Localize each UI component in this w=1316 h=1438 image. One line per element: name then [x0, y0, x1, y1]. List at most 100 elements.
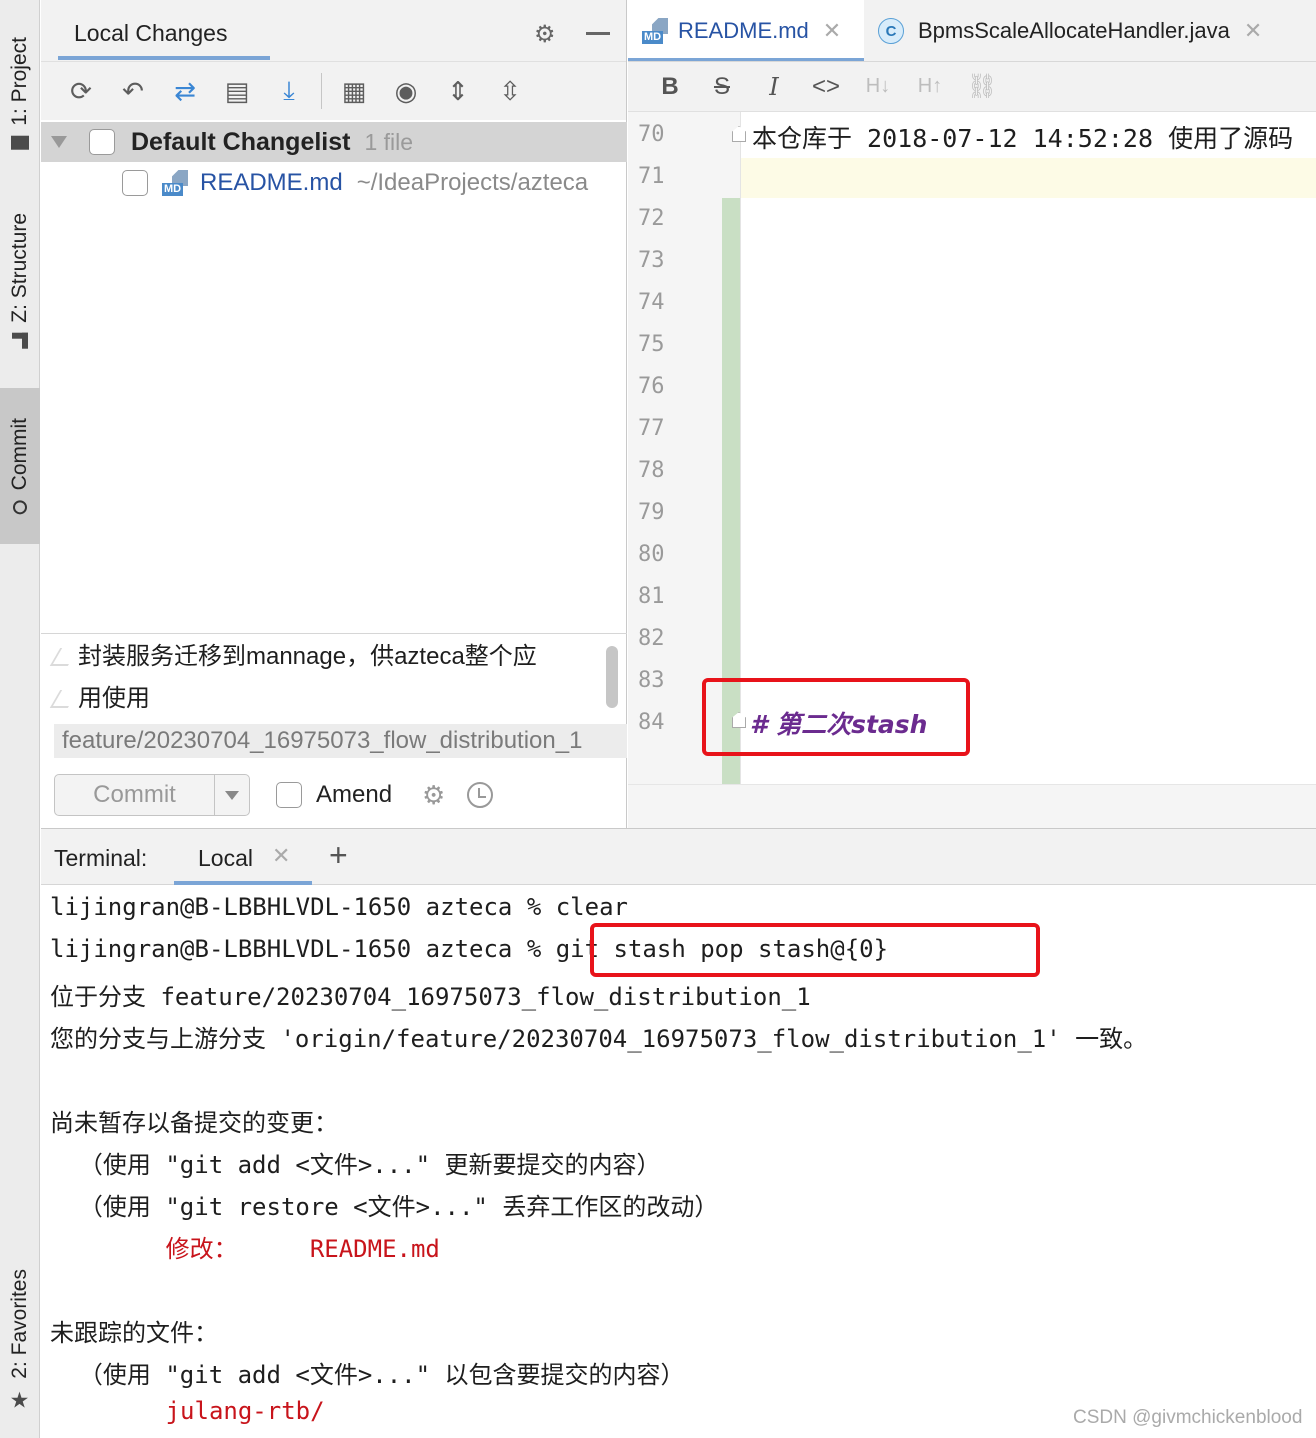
close-icon[interactable]: ✕ — [823, 18, 841, 44]
italic-icon[interactable]: I — [748, 73, 800, 101]
commit-message-input[interactable]: 封装服务迁移到mannage，供azteca整个应 用使用 — [41, 633, 627, 719]
line-number: 73 — [638, 248, 665, 273]
markdown-toolbar: B S I <> H↓ H↑ ⛓ — [628, 62, 1316, 112]
terminal-line: （使用 "git add <文件>..." 以包含要提交的内容） — [50, 1361, 685, 1389]
tab-label: README.md — [678, 18, 809, 43]
star-icon: ★ — [8, 1388, 33, 1414]
changelist-row[interactable]: Default Changelist 1 file — [41, 122, 627, 162]
highlight-box-annotation — [702, 678, 970, 756]
commit-icon — [13, 500, 27, 515]
toolbar-separator — [321, 73, 322, 109]
editor: MD README.md ✕ C BpmsScaleAllocateHandle… — [628, 0, 1316, 828]
terminal-line: （使用 "git restore <文件>..." 丢弃工作区的改动） — [50, 1193, 719, 1221]
commit-message-line: 封装服务迁移到mannage，供azteca整个应 — [78, 643, 537, 670]
rollback-icon[interactable]: ↶ — [107, 71, 159, 111]
line-number: 79 — [638, 500, 665, 525]
editor-tabs: MD README.md ✕ C BpmsScaleAllocateHandle… — [628, 0, 1316, 62]
tab-java-class[interactable]: C BpmsScaleAllocateHandler.java ✕ — [878, 0, 1262, 61]
md-file-icon: MD — [642, 18, 670, 44]
active-tab-underline — [58, 56, 270, 60]
commit-toolbar: ⟳ ↶ ⇄ ▤ ⤓ ▦ ◉ ⇕ ⇳ — [41, 62, 626, 120]
link-icon[interactable]: ⛓ — [956, 72, 1008, 101]
line-number: 82 — [638, 626, 665, 651]
changelist-icon[interactable]: ▤ — [211, 71, 263, 111]
md-file-icon: MD — [162, 170, 190, 196]
active-tab-underline — [174, 881, 312, 885]
bold-icon[interactable]: B — [644, 73, 696, 101]
refresh-icon[interactable]: ⟳ — [55, 71, 107, 111]
changelist-file-count: 1 file — [364, 128, 414, 155]
line-number: 78 — [638, 458, 665, 483]
tool-tab-project[interactable]: 1: Project — [0, 18, 40, 168]
active-tab-underline — [628, 58, 864, 61]
chevron-down-icon[interactable] — [215, 775, 249, 815]
tool-tab-project-label: 1: Project — [8, 36, 31, 126]
terminal-line: （使用 "git add <文件>..." 更新要提交的内容） — [50, 1151, 661, 1179]
line-number: 81 — [638, 584, 665, 609]
changed-file-path: ~/IdeaProjects/azteca — [356, 169, 589, 196]
terminal-tabs: Terminal: Local ✕ + — [41, 829, 1316, 885]
minimize-icon[interactable] — [586, 32, 610, 35]
chevron-down-icon[interactable] — [51, 136, 67, 148]
code-icon[interactable]: <> — [800, 73, 852, 101]
tool-tab-commit[interactable]: Commit — [0, 388, 40, 544]
line-number: 77 — [638, 416, 665, 441]
tool-tab-favorites[interactable]: ★ 2: Favorites — [0, 1256, 40, 1426]
highlight-box-annotation — [590, 923, 1040, 977]
commit-panel-title[interactable]: Local Changes — [74, 20, 227, 47]
tool-tab-favorites-label: 2: Favorites — [8, 1268, 31, 1379]
shelve-icon[interactable]: ⤓ — [263, 71, 315, 111]
folder-icon — [11, 135, 29, 150]
header-increase-icon[interactable]: H↑ — [904, 75, 956, 98]
terminal-line-untracked: julang-rtb/ — [50, 1397, 325, 1425]
gear-icon[interactable]: ⚙ — [422, 780, 445, 811]
line-number: 70 — [638, 122, 665, 147]
terminal-line-modified: 修改： README.md — [50, 1235, 440, 1263]
strikethrough-icon[interactable]: S — [696, 73, 748, 101]
tab-label: Local — [198, 845, 253, 871]
wrap-marker-icon — [49, 648, 79, 666]
gear-icon[interactable]: ⚙ — [534, 20, 556, 49]
line-number: 72 — [638, 206, 665, 231]
current-line-highlight — [740, 158, 1316, 198]
show-diff-icon[interactable]: ⇄ — [159, 71, 211, 111]
java-class-icon: C — [878, 18, 904, 44]
branch-name: feature/20230704_16975073_flow_distribut… — [54, 724, 627, 758]
add-icon[interactable]: + — [329, 837, 348, 874]
structure-icon — [12, 332, 28, 349]
commit-panel-header: Local Changes ⚙ — [41, 0, 626, 62]
tab-label: BpmsScaleAllocateHandler.java — [918, 18, 1230, 43]
tab-local-terminal[interactable]: Local ✕ — [174, 829, 312, 885]
changed-file-row[interactable]: MD README.md ~/IdeaProjects/azteca — [41, 162, 627, 204]
commit-button[interactable]: Commit — [54, 774, 250, 816]
tool-window-strip: 1: Project Z: Structure Commit ★ 2: Favor… — [0, 0, 40, 1438]
code-area[interactable]: 70 71 72 73 74 75 76 77 78 79 80 81 82 83 84 本仓库于 2018… — [628, 112, 1316, 790]
group-by-icon[interactable]: ▦ — [328, 71, 380, 111]
watermark: CSDN @givmchickenblood — [1073, 1407, 1303, 1428]
message-scrollbar[interactable] — [606, 646, 618, 708]
terminal-line: lijingran@B-LBBHLVDL-1650 azteca % clear — [50, 893, 628, 921]
close-icon[interactable]: ✕ — [1244, 18, 1262, 44]
line-number: 75 — [638, 332, 665, 357]
expand-all-icon[interactable]: ⇕ — [432, 71, 484, 111]
eye-icon[interactable]: ◉ — [380, 71, 432, 111]
line-number: 76 — [638, 374, 665, 399]
changelist-checkbox[interactable] — [89, 129, 115, 155]
line-number: 74 — [638, 290, 665, 315]
collapse-all-icon[interactable]: ⇳ — [484, 71, 536, 111]
terminal-panel: Terminal: Local ✕ + lijingran@B-LBBHLVDL… — [41, 828, 1316, 1438]
commit-button-label: Commit — [55, 775, 215, 815]
file-checkbox[interactable] — [122, 170, 148, 196]
clock-icon[interactable] — [467, 782, 494, 808]
tab-readme[interactable]: MD README.md ✕ — [628, 0, 864, 61]
line-number: 71 — [638, 164, 665, 189]
commit-message-line: 用使用 — [78, 685, 150, 712]
line-number: 80 — [638, 542, 665, 567]
terminal-line: 位于分支 feature/20230704_16975073_flow_dist… — [50, 983, 811, 1011]
header-decrease-icon[interactable]: H↓ — [852, 75, 904, 98]
close-icon[interactable]: ✕ — [272, 843, 290, 869]
amend-checkbox[interactable] — [276, 782, 302, 808]
terminal-output[interactable]: lijingran@B-LBBHLVDL-1650 azteca % clear… — [41, 887, 1316, 1438]
tool-tab-structure[interactable]: Z: Structure — [0, 196, 40, 366]
commit-panel: Local Changes ⚙ ⟳ ↶ ⇄ ▤ ⤓ ▦ ◉ ⇕ ⇳ Defaul… — [41, 0, 627, 828]
